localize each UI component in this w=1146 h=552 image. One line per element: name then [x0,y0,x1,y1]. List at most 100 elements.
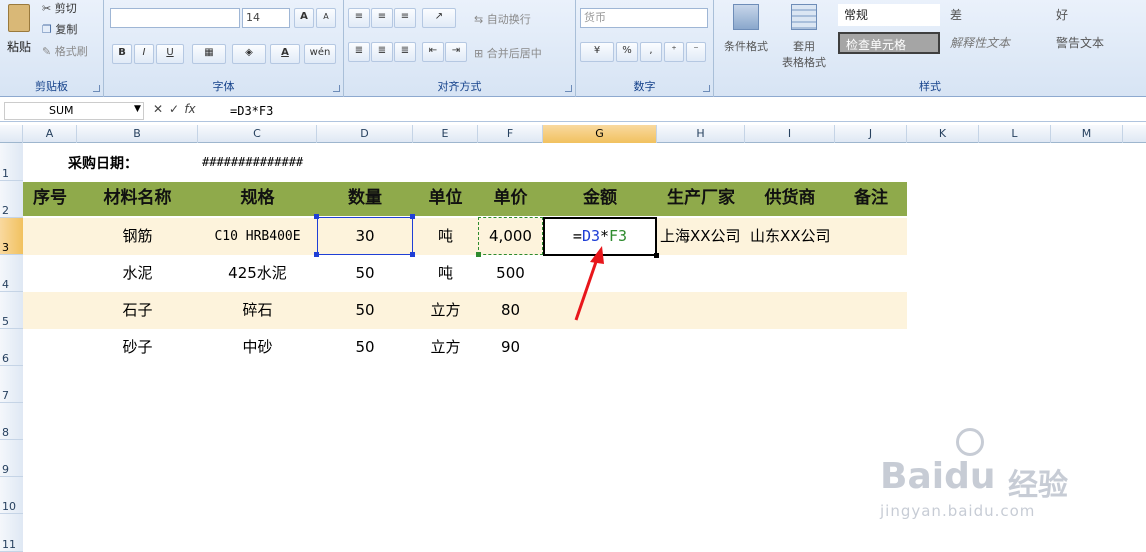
col-header-d[interactable]: D [317,125,413,143]
fill-handle[interactable] [654,253,659,258]
cancel-icon[interactable]: ✕ [150,102,166,116]
table-row-spec[interactable]: 碎石 [198,292,317,329]
row-header-1[interactable]: 1 [0,143,23,181]
row-header-6[interactable]: 6 [0,329,23,366]
col-header-m[interactable]: M [1051,125,1123,143]
increase-decimal-button[interactable]: ⁺ [664,42,684,62]
table-row-name[interactable]: 水泥 [77,255,198,292]
increase-indent-button[interactable]: ⇥ [445,42,467,62]
row-header-3[interactable]: 3 [0,218,23,255]
table-row-maker[interactable]: 上海XX公司 [657,218,745,255]
select-all-corner[interactable] [0,125,23,143]
table-row-name[interactable]: 石子 [77,292,198,329]
ref-d3-handle-bl[interactable] [314,252,319,257]
align-middle-button[interactable]: ≡ [371,8,393,28]
bold-button[interactable]: B [112,44,132,64]
decrease-decimal-button[interactable]: ⁻ [686,42,706,62]
style-explanatory[interactable]: 解释性文本 [944,32,1046,54]
row-header-10[interactable]: 10 [0,477,23,514]
row-header-9[interactable]: 9 [0,440,23,477]
italic-button[interactable]: I [134,44,154,64]
col-header-e[interactable]: E [413,125,478,143]
table-row-unit[interactable]: 吨 [413,218,478,255]
table-row-price[interactable]: 80 [478,292,543,329]
enter-icon[interactable]: ✓ [166,102,182,116]
table-row-unit[interactable]: 立方 [413,292,478,329]
borders-button[interactable]: ▦ [192,44,226,64]
table-row-qty[interactable]: 50 [317,292,413,329]
align-right-button[interactable]: ≣ [394,42,416,62]
style-good[interactable]: 好 [1050,4,1142,26]
copy-button[interactable]: ❐ 复制 [42,21,77,37]
orientation-button[interactable]: ↗ [422,8,456,28]
col-header-b[interactable]: B [77,125,198,143]
alignment-launcher-icon[interactable] [565,85,572,92]
table-row-name[interactable]: 钢筋 [77,218,198,255]
col-header-j[interactable]: J [835,125,907,143]
font-color-button[interactable]: A [270,44,300,64]
font-launcher-icon[interactable] [333,85,340,92]
name-box[interactable]: SUM [4,102,144,120]
row-header-7[interactable]: 7 [0,366,23,403]
row-header-8[interactable]: 8 [0,403,23,440]
number-format-select[interactable]: 货币 [580,8,708,28]
ref-f3-handle[interactable] [476,252,481,257]
col-header-l[interactable]: L [979,125,1051,143]
row-header-11[interactable]: 11 [0,514,23,552]
table-row-price[interactable]: 90 [478,329,543,366]
align-center-button[interactable]: ≣ [371,42,393,62]
underline-button[interactable]: U [156,44,184,64]
fill-color-button[interactable]: ◈ [232,44,266,64]
align-top-button[interactable]: ≡ [348,8,370,28]
style-check-cell[interactable]: 检查单元格 [838,32,940,54]
table-row-spec[interactable]: 425水泥 [198,255,317,292]
ref-d3-handle-br[interactable] [410,252,415,257]
align-left-button[interactable]: ≣ [348,42,370,62]
merge-center-button[interactable]: ⊞ 合并后居中 [474,45,542,61]
grow-font-button[interactable]: A [294,8,314,28]
col-header-g[interactable]: G [543,125,657,143]
decrease-indent-button[interactable]: ⇤ [422,42,444,62]
formula-input[interactable]: =D3*F3 [230,102,273,120]
align-bottom-button[interactable]: ≡ [394,8,416,28]
table-row-unit[interactable]: 立方 [413,329,478,366]
font-name-select[interactable] [110,8,240,28]
col-header-a[interactable]: A [23,125,77,143]
col-header-h[interactable]: H [657,125,745,143]
shrink-font-button[interactable]: A [316,8,336,28]
ref-d3-handle-tl[interactable] [314,214,319,219]
comma-button[interactable]: , [640,42,662,62]
wrap-text-button[interactable]: ⇆ 自动换行 [474,11,531,27]
clipboard-launcher-icon[interactable] [93,85,100,92]
col-header-i[interactable]: I [745,125,835,143]
conditional-format-button[interactable]: 条件格式 [718,2,774,64]
style-bad[interactable]: 差 [944,4,1046,26]
cut-button[interactable]: ✂ 剪切 [42,0,77,16]
table-row-price[interactable]: 500 [478,255,543,292]
col-header-f[interactable]: F [478,125,543,143]
phonetic-button[interactable]: wén [304,44,336,64]
format-painter-button[interactable]: ✎ 格式刷 [42,43,88,59]
font-size-select[interactable]: 14 [242,8,290,28]
table-row-qty[interactable]: 50 [317,329,413,366]
ref-d3-handle-tr[interactable] [410,214,415,219]
paste-button[interactable]: 粘贴 [2,2,36,62]
percent-button[interactable]: % [616,42,638,62]
col-header-k[interactable]: K [907,125,979,143]
style-normal[interactable]: 常规 [838,4,940,26]
accounting-button[interactable]: ¥ [580,42,614,62]
style-warning[interactable]: 警告文本 [1050,32,1142,54]
table-row-spec[interactable]: C10 HRB400E [198,218,317,255]
row-header-4[interactable]: 4 [0,255,23,292]
table-row-supplier[interactable]: 山东XX公司 [745,218,835,255]
name-box-dropdown-icon[interactable]: ▼ [134,104,141,114]
row-header-2[interactable]: 2 [0,181,23,218]
row-header-5[interactable]: 5 [0,292,23,329]
number-launcher-icon[interactable] [703,85,710,92]
col-header-c[interactable]: C [198,125,317,143]
table-row-name[interactable]: 砂子 [77,329,198,366]
table-row-spec[interactable]: 中砂 [198,329,317,366]
table-row-qty[interactable]: 50 [317,255,413,292]
format-as-table-button[interactable]: 套用 表格格式 [774,2,834,70]
table-row-unit[interactable]: 吨 [413,255,478,292]
